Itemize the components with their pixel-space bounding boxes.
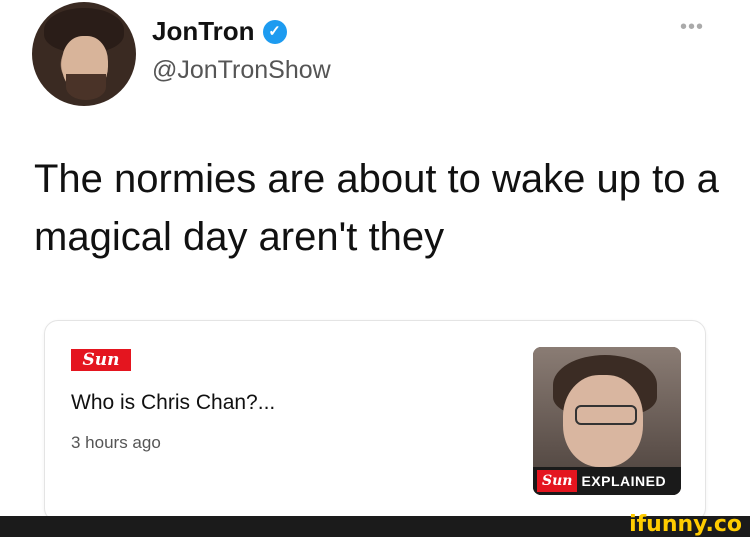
card-timestamp: 3 hours ago: [71, 433, 161, 452]
link-card[interactable]: Sun Who is Chris Chan?... 3 hours ago Su…: [44, 320, 706, 522]
avatar-beard: [66, 74, 106, 100]
thumbnail-glasses: [575, 405, 637, 425]
user-handle[interactable]: @JonTronShow: [152, 56, 331, 85]
sun-logo: Sun: [71, 349, 131, 371]
verified-badge-icon: ✓: [262, 19, 287, 44]
profile-avatar[interactable]: [32, 2, 136, 106]
ifunny-watermark: ifunny.co: [629, 512, 742, 537]
card-title[interactable]: Who is Chris Chan?...: [71, 391, 275, 415]
tweet-text: The normies are about to wake up to a ma…: [34, 157, 719, 259]
thumbnail-label-bar: Sun EXPLAINED: [533, 467, 681, 495]
card-thumbnail[interactable]: Sun EXPLAINED: [533, 347, 681, 495]
thumbnail-explained-label: EXPLAINED: [581, 473, 667, 489]
display-name-text[interactable]: JonTron: [152, 16, 255, 47]
more-dots-icon[interactable]: •••: [680, 16, 704, 39]
display-name[interactable]: JonTron ✓: [152, 16, 287, 47]
thumbnail-sun-logo: Sun: [537, 470, 578, 492]
watermark-bar: ifunny.co: [0, 512, 750, 537]
